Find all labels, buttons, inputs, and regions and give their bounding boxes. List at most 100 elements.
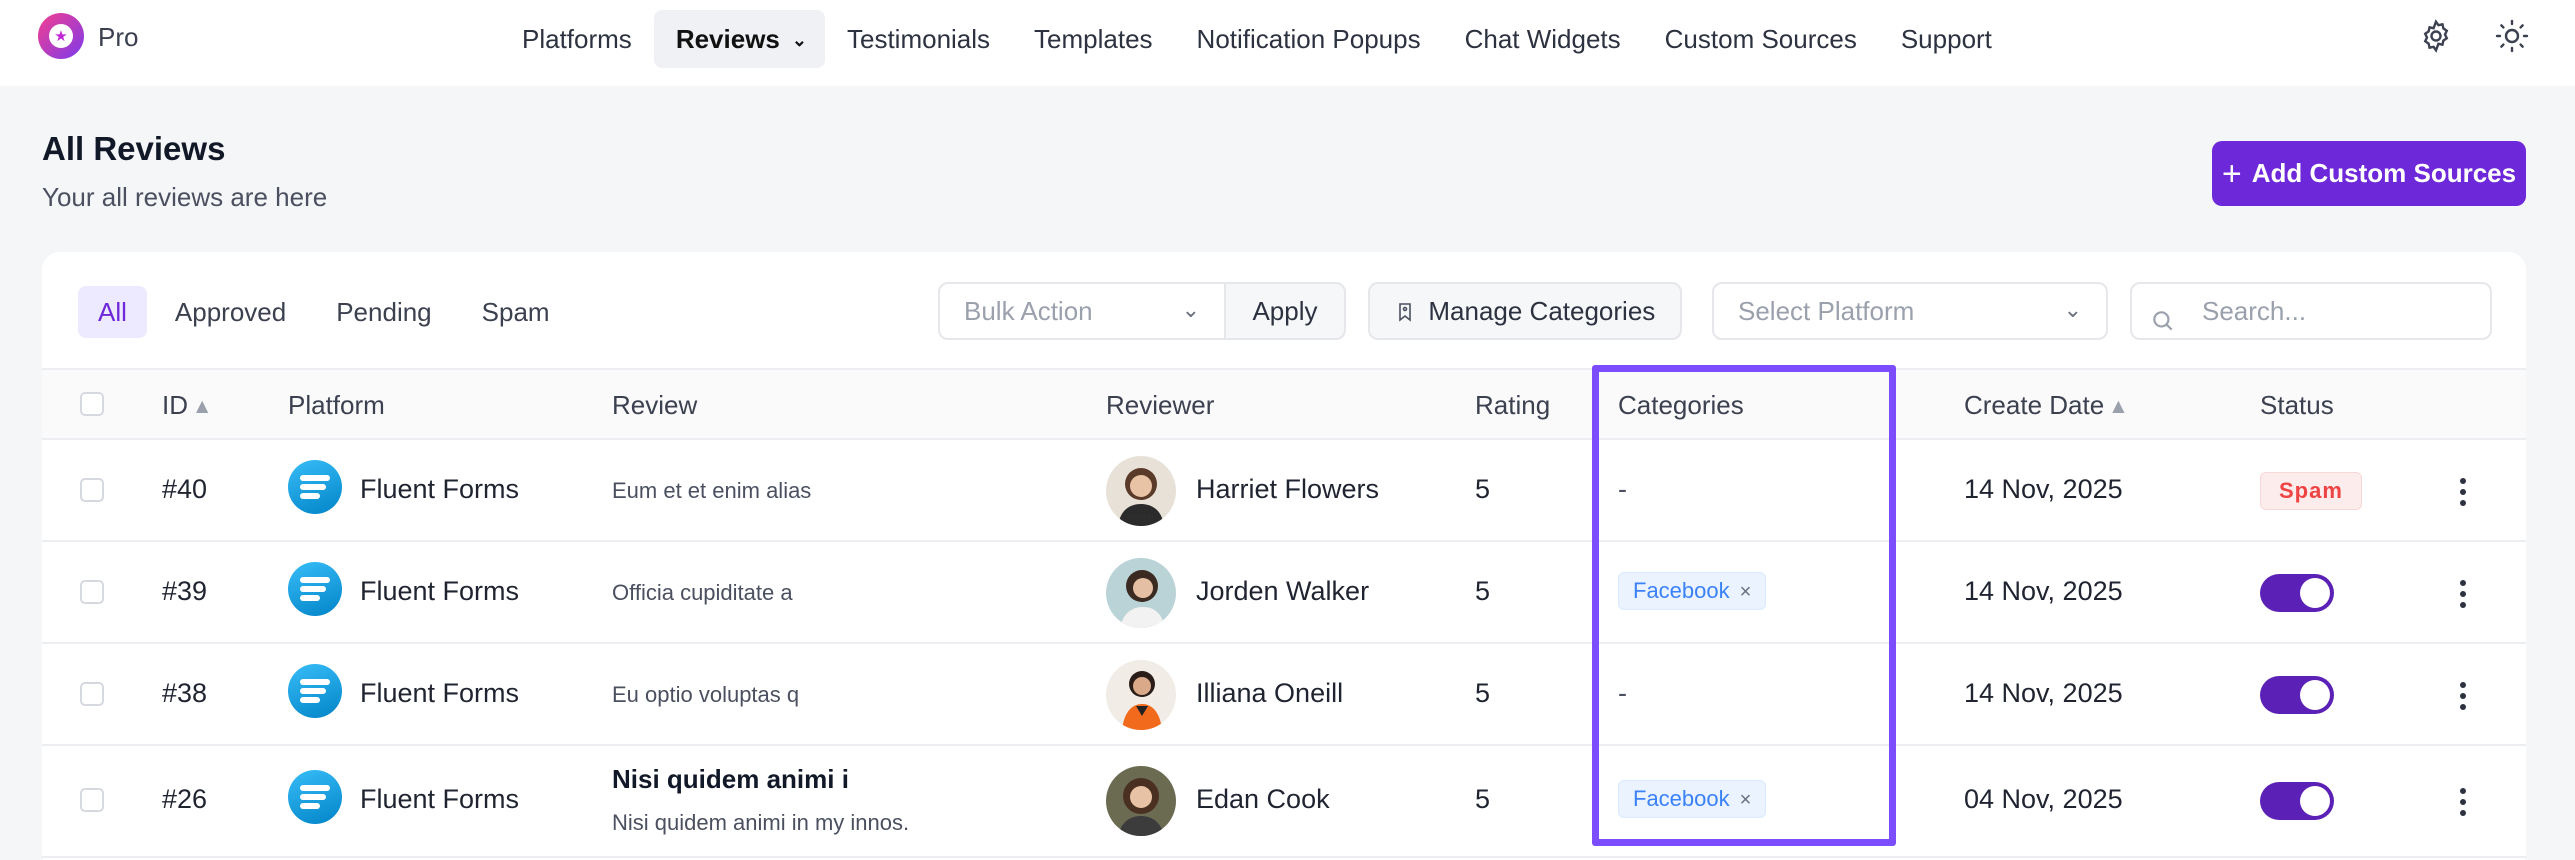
row-rating: 5 [1475,678,1491,708]
chevron-down-icon: ⌄ [2063,298,2082,323]
row-checkbox[interactable] [80,788,104,812]
chevron-down-icon: ⌄ [791,30,807,50]
row-platform: Fluent Forms [360,576,520,606]
column-status: Status [2260,390,2334,420]
category-chip-label: Facebook [1633,786,1730,811]
row-checkbox[interactable] [80,580,104,604]
row-reviewer: Edan Cook [1196,784,1330,814]
row-review-text: Eum et et enim alias [612,478,812,503]
category-chip: Facebook × [1618,780,1767,818]
top-navbar: ★ Pro Platforms Reviews ⌄ Testimonials Te… [0,0,2575,86]
chevron-down-icon: ⌄ [1181,298,1200,323]
nav-item-chat-widgets[interactable]: Chat Widgets [1443,10,1643,68]
row-create-date: 14 Nov, 2025 [1964,678,2123,708]
search-input[interactable]: Search... [2130,282,2492,340]
tab-pending[interactable]: Pending [314,286,453,338]
nav-item-testimonials[interactable]: Testimonials [825,10,1012,68]
row-rating: 5 [1475,784,1491,814]
status-toggle[interactable] [2260,574,2334,612]
bulk-action-select[interactable]: Bulk Action ⌄ [938,282,1226,340]
column-reviewer: Reviewer [1106,390,1215,420]
plus-icon: + [2221,154,2242,193]
table-header: ID ▲︎ Platform Review Reviewer Rating Cat… [42,368,2526,440]
more-vertical-icon[interactable] [2458,788,2468,821]
column-review: Review [612,390,698,420]
page-subtitle: Your all reviews are here [42,182,328,212]
row-rating: 5 [1475,576,1491,606]
column-rating: Rating [1475,390,1551,420]
row-reviewer: Jorden Walker [1196,576,1370,606]
row-category-empty: - [1618,474,1627,504]
row-review-title: Nisi quidem animi i [612,764,849,794]
status-tabs: All Approved Pending Spam [78,286,578,338]
status-toggle[interactable] [2260,782,2334,820]
select-all-checkbox[interactable] [80,392,104,416]
brand-name: Pro [98,22,139,52]
nav-item-reviews-label: Reviews [675,24,780,54]
page-title: All Reviews [42,130,226,167]
row-reviewer: Illiana Oneill [1196,678,1344,708]
row-checkbox[interactable] [80,478,104,502]
bulk-action-placeholder: Bulk Action [964,296,1093,326]
search-placeholder: Search... [2202,296,2307,326]
main-nav: Platforms Reviews ⌄ Testimonials Template… [500,10,2014,68]
nav-item-support[interactable]: Support [1879,10,2014,68]
brand-logo-icon[interactable]: ★ [38,13,84,59]
status-badge: Spam [2260,472,2362,510]
more-vertical-icon[interactable] [2458,580,2468,613]
nav-item-reviews[interactable]: Reviews ⌄ [653,10,825,68]
add-custom-sources-button[interactable]: + Add Custom Sources [2212,141,2526,206]
more-vertical-icon[interactable] [2458,682,2468,715]
nav-item-platforms[interactable]: Platforms [500,10,654,68]
fluent-forms-icon [288,664,342,718]
close-icon[interactable]: × [1740,581,1752,603]
row-platform: Fluent Forms [360,678,520,708]
manage-categories-label: Manage Categories [1428,296,1656,326]
close-icon[interactable]: × [1740,789,1752,811]
row-review-text: Nisi quidem animi in my innos. [612,810,910,835]
avatar [1106,660,1176,730]
manage-categories-button[interactable]: Manage Categories [1368,282,1682,340]
avatar [1106,558,1176,628]
row-review-text: Officia cupiditate a [612,580,793,605]
row-id: #38 [162,678,208,708]
gear-icon[interactable] [2418,18,2454,54]
row-platform: Fluent Forms [360,474,520,504]
row-category-empty: - [1618,678,1627,708]
row-create-date: 14 Nov, 2025 [1964,474,2123,504]
column-id[interactable]: ID ▲︎ [162,390,208,421]
table-row: #38 Fluent Forms Eu optio voluptas q Ill… [42,644,2526,746]
status-toggle[interactable] [2260,676,2334,714]
row-id: #26 [162,784,208,814]
row-id: #40 [162,474,208,504]
more-vertical-icon[interactable] [2458,478,2468,511]
tab-approved[interactable]: Approved [153,286,308,338]
platform-select[interactable]: Select Platform ⌄ [1712,282,2108,340]
column-platform: Platform [288,390,385,420]
column-create-date-label: Create Date [1964,390,2105,420]
platform-select-placeholder: Select Platform [1738,296,1915,326]
fluent-forms-icon [288,770,342,824]
row-create-date: 14 Nov, 2025 [1964,576,2123,606]
column-id-label: ID [162,390,188,420]
column-create-date[interactable]: Create Date ▲︎ [1964,390,2125,421]
nav-item-custom-sources[interactable]: Custom Sources [1643,10,1879,68]
search-icon [2150,298,2176,331]
tab-spam[interactable]: Spam [460,286,572,338]
row-review-text: Eu optio voluptas q [612,682,800,707]
table-row: #39 Fluent Forms Officia cupiditate a Jo… [42,542,2526,644]
avatar-caption: Sarah M. [1126,514,1156,521]
category-chip: Facebook × [1618,572,1767,610]
sun-icon[interactable] [2494,18,2530,54]
row-checkbox[interactable] [80,682,104,706]
fluent-forms-icon [288,460,342,514]
apply-button[interactable]: Apply [1224,282,1346,340]
nav-item-notification-popups[interactable]: Notification Popups [1175,10,1443,68]
nav-item-templates[interactable]: Templates [1012,10,1175,68]
add-custom-sources-label: Add Custom Sources [2251,158,2517,188]
category-chip-label: Facebook [1633,578,1730,603]
avatar [1106,766,1176,836]
tag-icon [1396,301,1420,325]
tab-all[interactable]: All [78,286,147,338]
row-reviewer: Harriet Flowers [1196,474,1380,504]
